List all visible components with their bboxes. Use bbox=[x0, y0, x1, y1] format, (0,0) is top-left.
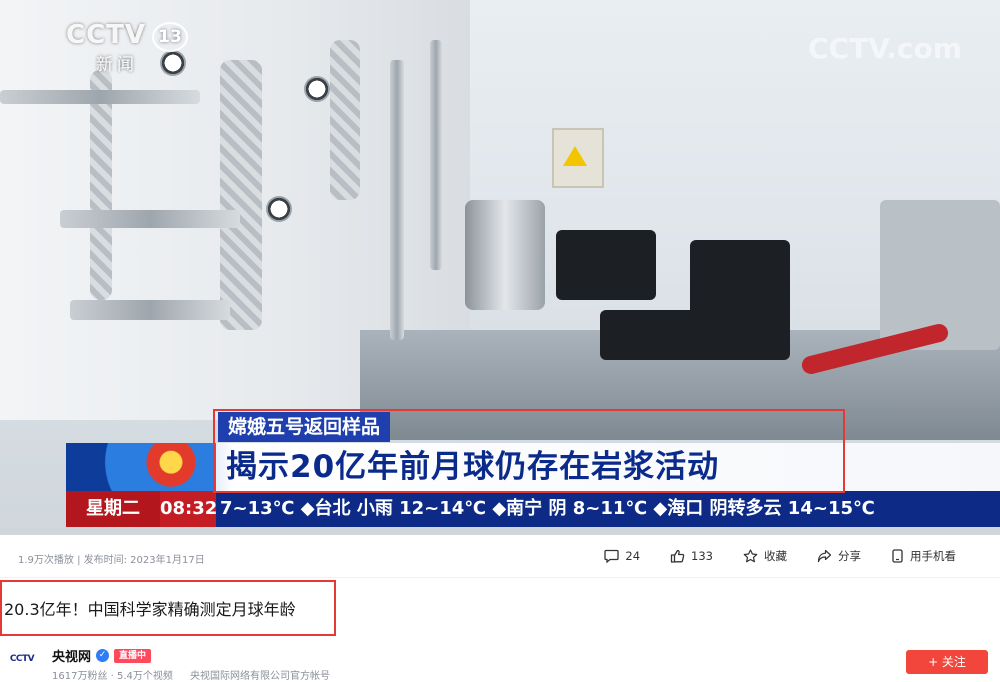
share-button[interactable]: 分享 bbox=[817, 548, 861, 564]
like-icon bbox=[670, 549, 685, 563]
follow-button[interactable]: + 关注 bbox=[906, 650, 988, 674]
pressure-gauge bbox=[160, 50, 186, 76]
share-label: 分享 bbox=[838, 549, 861, 563]
like-button[interactable]: 133 bbox=[670, 549, 713, 563]
video-title: 20.3亿年！中国科学家精确测定月球年龄 bbox=[4, 600, 296, 619]
phone-icon bbox=[892, 549, 903, 563]
watch-on-phone-label: 用手机看 bbox=[910, 549, 956, 563]
warning-icon bbox=[563, 146, 587, 166]
channel-description: 央视国际网络有限公司官方帐号 bbox=[190, 671, 330, 682]
ticker-day: 星期二 bbox=[66, 491, 160, 527]
foil-wrapped-pipe bbox=[90, 70, 112, 300]
metal-pipe bbox=[390, 60, 404, 340]
foil-wrapped-pipe bbox=[330, 40, 360, 200]
steel-cylinder bbox=[465, 200, 545, 310]
foil-wrapped-pipe bbox=[220, 60, 262, 330]
share-icon bbox=[817, 549, 832, 563]
comment-button[interactable]: 24 bbox=[604, 549, 640, 563]
live-badge[interactable]: 直播中 bbox=[114, 648, 152, 663]
metal-pipe bbox=[70, 300, 230, 320]
favorite-label: 收藏 bbox=[764, 549, 787, 563]
instrument-block bbox=[600, 310, 790, 360]
watch-on-phone-button[interactable]: 用手机看 bbox=[891, 548, 956, 564]
pressure-gauge bbox=[304, 76, 330, 102]
ticker-text: 7~13℃ ◆台北 小雨 12~14℃ ◆南宁 阴 8~11℃ ◆海口 阴转多云… bbox=[220, 498, 875, 519]
globe-graphic bbox=[66, 443, 216, 491]
views-and-date: 1.9万次播放 | 发布时间: 2023年1月17日 bbox=[18, 555, 205, 566]
channel-stats: 1617万粉丝 · 5.4万个视频 bbox=[52, 671, 173, 682]
star-icon bbox=[743, 549, 758, 563]
cctv-watermark: CCTV.com bbox=[808, 32, 962, 65]
pressure-gauge bbox=[266, 196, 292, 222]
ticker-time: 08:32 bbox=[160, 491, 217, 527]
headline-highlight-box bbox=[213, 409, 845, 493]
instrument-block bbox=[556, 230, 656, 300]
channel-header: 央视网 ✓ 直播中 bbox=[52, 646, 152, 665]
metal-pipe bbox=[0, 90, 200, 104]
channel-name[interactable]: 央视网 bbox=[52, 646, 91, 665]
comment-count: 24 bbox=[625, 549, 641, 563]
like-count: 133 bbox=[691, 549, 713, 563]
cctv-logo: CCTV bbox=[66, 20, 147, 50]
divider bbox=[0, 577, 1000, 578]
metal-pipe bbox=[430, 40, 442, 270]
action-bar: 24 133 收藏 分享 用手机看 bbox=[604, 548, 956, 564]
comment-icon bbox=[604, 549, 620, 563]
channel-name-label: 新闻 bbox=[96, 55, 138, 75]
video-player[interactable]: CCTV 13 新闻 CCTV.com 嫦娥五号返回样品 揭示20亿年前月球仍存… bbox=[0, 0, 1000, 535]
metal-pipe bbox=[60, 210, 240, 228]
verified-icon: ✓ bbox=[96, 649, 110, 662]
avatar[interactable]: CCTV bbox=[4, 646, 40, 672]
avatar-logo-text: CCTV bbox=[9, 654, 35, 664]
favorite-button[interactable]: 收藏 bbox=[743, 548, 787, 564]
channel-number-badge: 13 bbox=[152, 22, 188, 52]
